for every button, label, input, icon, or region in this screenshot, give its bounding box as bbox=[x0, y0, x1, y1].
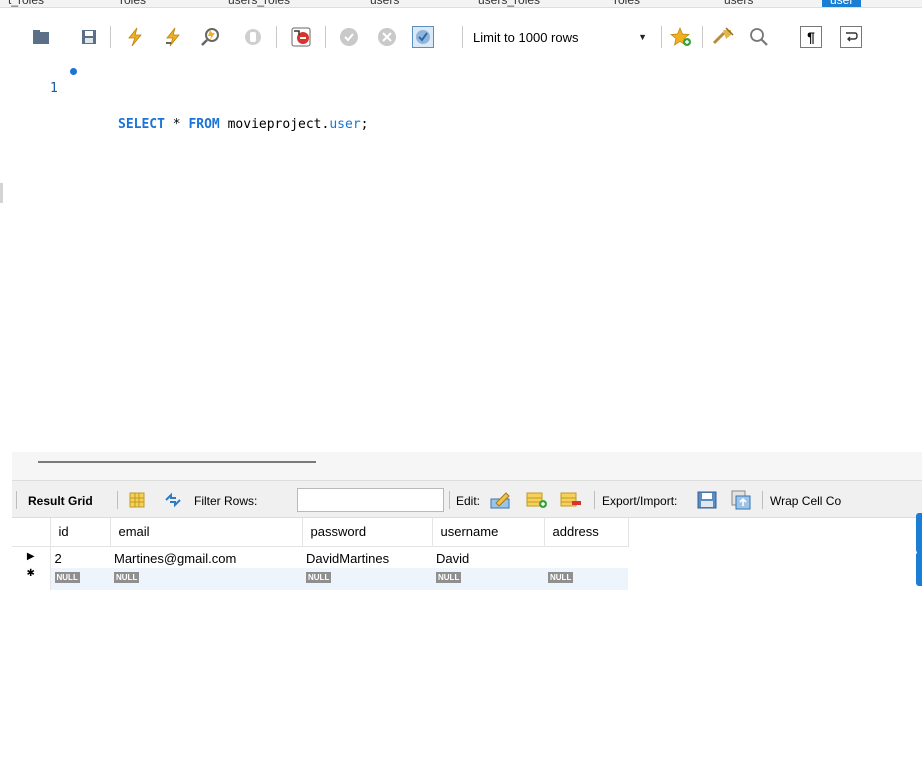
sql-semicolon: ; bbox=[360, 117, 369, 132]
sql-editor-toolbar: Limit to 1000 rows ▼ ¶ bbox=[0, 8, 922, 58]
cell-username[interactable]: David bbox=[432, 546, 544, 568]
null-badge: NULL bbox=[548, 572, 574, 583]
tab-user[interactable]: user bbox=[822, 0, 862, 7]
new-row-marker-icon: ✱ bbox=[12, 568, 51, 590]
limit-rows-select[interactable]: Limit to 1000 rows ▼ bbox=[465, 25, 655, 49]
table-row[interactable]: ▶ 2 Martines@gmail.com DavidMartines Dav… bbox=[12, 546, 628, 568]
horizontal-scrollbar[interactable] bbox=[12, 452, 922, 480]
column-header-password[interactable]: password bbox=[302, 518, 433, 547]
import-icon[interactable] bbox=[730, 490, 752, 510]
sql-statement: SELECT * FROM movieproject.user; bbox=[118, 116, 368, 134]
filter-rows-input[interactable] bbox=[297, 488, 444, 512]
tab-t-roles[interactable]: t_roles bbox=[8, 0, 44, 7]
null-badge: NULL bbox=[114, 572, 140, 583]
tab-users-roles[interactable]: users_roles bbox=[228, 0, 290, 7]
sql-keyword-from: FROM bbox=[188, 117, 220, 132]
filter-rows-label: Filter Rows: bbox=[194, 494, 258, 508]
line-number: 1 bbox=[50, 81, 58, 96]
column-header-email[interactable]: email bbox=[110, 518, 303, 547]
new-row[interactable]: ✱ NULL NULL NULL NULL NULL bbox=[12, 568, 628, 590]
stop-icon[interactable] bbox=[242, 26, 264, 48]
tab-users-roles-2[interactable]: users_roles bbox=[478, 0, 540, 7]
column-header-id[interactable]: id bbox=[50, 518, 111, 547]
tab-users-2[interactable]: users bbox=[724, 0, 753, 7]
current-row-arrow-icon: ▶ bbox=[12, 546, 51, 568]
new-cell-email[interactable]: NULL bbox=[110, 568, 302, 590]
refresh-icon[interactable] bbox=[162, 490, 184, 510]
invisible-chars-icon[interactable]: ¶ bbox=[800, 26, 822, 48]
sql-star: * bbox=[164, 117, 189, 132]
statement-marker-icon bbox=[70, 68, 77, 75]
sql-keyword-select: SELECT bbox=[118, 117, 165, 132]
sql-schema: movieproject. bbox=[219, 117, 330, 132]
tab-roles[interactable]: roles bbox=[120, 0, 146, 7]
tab-roles-2[interactable]: roles bbox=[614, 0, 640, 7]
side-panel-tab[interactable] bbox=[916, 513, 922, 553]
null-badge: NULL bbox=[306, 572, 332, 583]
open-folder-icon[interactable] bbox=[30, 26, 52, 48]
tab-strip: t_roles roles users_roles users users_ro… bbox=[0, 0, 922, 8]
beautify-icon[interactable] bbox=[712, 26, 734, 48]
row-marker-header bbox=[12, 518, 51, 547]
commit-icon[interactable] bbox=[338, 26, 360, 48]
rollback-icon[interactable] bbox=[376, 26, 398, 48]
new-cell-id[interactable]: NULL bbox=[50, 568, 110, 590]
cell-address[interactable] bbox=[544, 546, 628, 568]
export-icon[interactable] bbox=[696, 490, 718, 510]
toggle-error-stop-icon[interactable] bbox=[290, 26, 312, 48]
limit-rows-label: Limit to 1000 rows bbox=[473, 29, 579, 45]
edit-label: Edit: bbox=[456, 494, 481, 508]
scrollbar-thumb[interactable] bbox=[38, 461, 316, 463]
new-cell-address[interactable]: NULL bbox=[544, 568, 628, 590]
grid-layout-icon[interactable] bbox=[126, 490, 148, 510]
result-grid-tab[interactable]: Result Grid bbox=[28, 494, 93, 508]
code-line: 1 SELECT * FROM movieproject.user; bbox=[12, 62, 912, 132]
chevron-down-icon: ▼ bbox=[638, 32, 647, 42]
cell-id[interactable]: 2 bbox=[50, 546, 110, 568]
sql-editor[interactable]: 1 SELECT * FROM movieproject.user; bbox=[12, 58, 922, 452]
cell-password[interactable]: DavidMartines bbox=[302, 546, 432, 568]
side-panel-tab[interactable] bbox=[916, 552, 922, 586]
sql-table: user bbox=[329, 117, 361, 132]
new-cell-password[interactable]: NULL bbox=[302, 568, 432, 590]
cell-email[interactable]: Martines@gmail.com bbox=[110, 546, 302, 568]
result-toolbar: Result Grid Filter Rows: Edit: Export/Im… bbox=[12, 480, 922, 518]
save-icon[interactable] bbox=[78, 26, 100, 48]
add-row-icon[interactable] bbox=[526, 490, 548, 510]
tab-users[interactable]: users bbox=[370, 0, 399, 7]
bookmark-icon[interactable] bbox=[670, 26, 692, 48]
delete-row-icon[interactable] bbox=[560, 490, 582, 510]
export-import-label: Export/Import: bbox=[602, 494, 678, 508]
explain-icon[interactable] bbox=[200, 26, 222, 48]
execute-icon[interactable] bbox=[124, 26, 146, 48]
result-table: id email password username address ▶ 2 M… bbox=[12, 518, 629, 590]
null-badge: NULL bbox=[54, 572, 80, 583]
result-grid: id email password username address ▶ 2 M… bbox=[12, 518, 922, 780]
null-badge: NULL bbox=[436, 572, 462, 583]
find-icon[interactable] bbox=[748, 26, 770, 48]
column-header-username[interactable]: username bbox=[432, 518, 545, 547]
execute-current-icon[interactable] bbox=[162, 26, 184, 48]
wrap-icon[interactable] bbox=[840, 26, 862, 48]
table-header-row: id email password username address bbox=[12, 518, 629, 547]
wrap-cell-content-label[interactable]: Wrap Cell Co bbox=[770, 494, 841, 508]
new-cell-username[interactable]: NULL bbox=[432, 568, 544, 590]
column-header-address[interactable]: address bbox=[544, 518, 629, 547]
autocommit-icon[interactable] bbox=[412, 26, 434, 48]
gutter-marker bbox=[0, 183, 3, 203]
edit-row-icon[interactable] bbox=[490, 490, 512, 510]
